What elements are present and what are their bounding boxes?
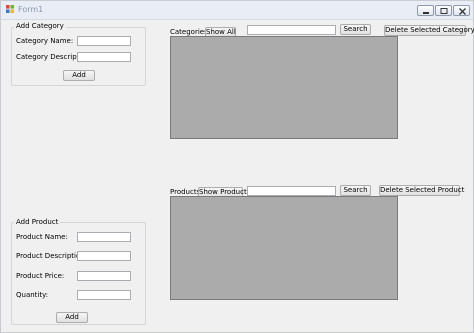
delete-category-button[interactable]: Delete Selected Category <box>384 25 474 36</box>
categories-grid[interactable] <box>170 36 398 139</box>
categories-label: Categories <box>170 28 208 36</box>
product-price-input[interactable] <box>77 271 131 281</box>
category-description-input[interactable] <box>77 52 131 62</box>
add-product-button[interactable]: Add <box>56 312 88 323</box>
add-product-group-title: Add Product <box>14 218 61 226</box>
category-search-button[interactable]: Search <box>340 24 371 35</box>
product-search-input[interactable] <box>247 186 336 196</box>
title-bar[interactable]: Form1 <box>1 1 473 20</box>
product-price-label: Product Price: <box>16 272 65 280</box>
category-name-input[interactable] <box>77 36 131 46</box>
product-search-button[interactable]: Search <box>340 185 371 196</box>
minimize-icon <box>423 12 429 14</box>
close-icon <box>459 8 466 15</box>
product-name-label: Product Name: <box>16 233 68 241</box>
product-name-input[interactable] <box>77 232 131 242</box>
delete-product-button[interactable]: Delete Selected Product <box>379 185 464 196</box>
category-search-input[interactable] <box>247 25 336 35</box>
minimize-button[interactable] <box>417 5 434 16</box>
quantity-label: Quantity: <box>16 291 49 299</box>
add-category-group-title: Add Category <box>14 22 66 30</box>
products-label: Products <box>170 188 201 196</box>
quantity-input[interactable] <box>77 290 131 300</box>
maximize-button[interactable] <box>435 5 452 16</box>
category-name-label: Category Name: <box>16 37 74 45</box>
maximize-icon <box>440 8 448 14</box>
product-description-input[interactable] <box>77 251 131 261</box>
form-window: Form1 Add Category Category Name: Catego… <box>0 0 474 333</box>
close-button[interactable] <box>453 5 470 16</box>
window-title: Form1 <box>18 5 44 14</box>
add-category-button[interactable]: Add <box>63 70 95 81</box>
app-icon <box>6 5 14 13</box>
products-grid[interactable] <box>170 196 398 300</box>
